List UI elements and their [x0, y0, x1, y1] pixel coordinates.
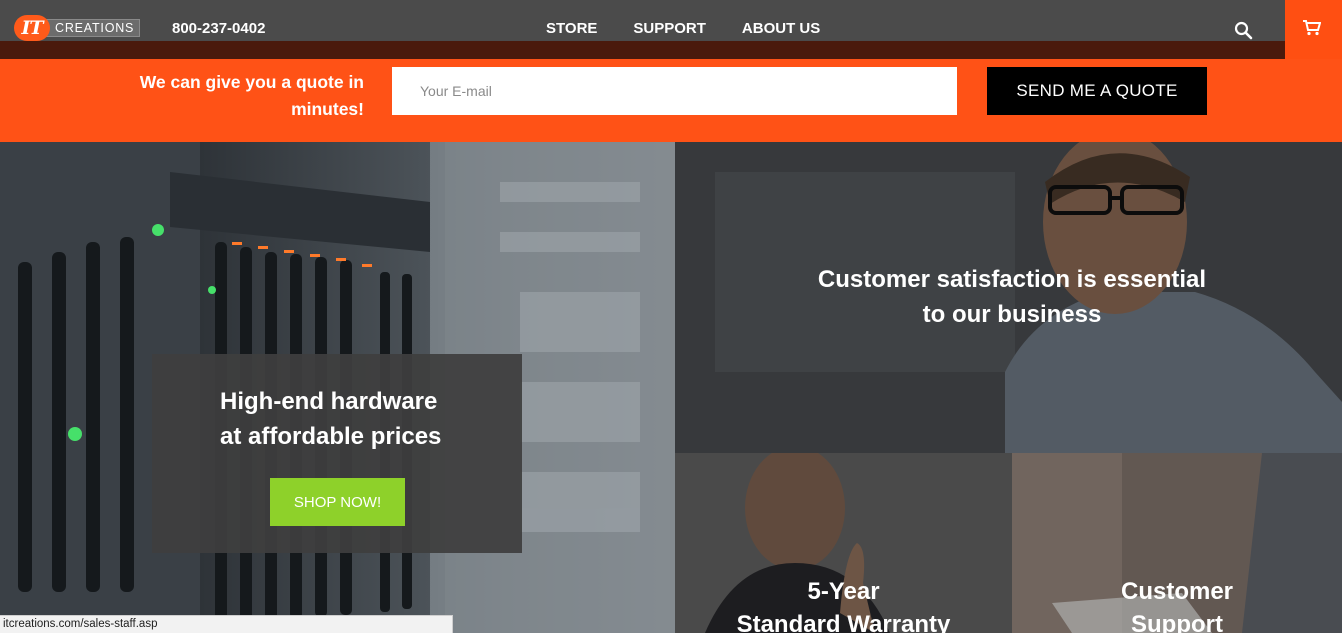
search-icon[interactable] [1234, 21, 1254, 41]
quote-bar: We can give you a quote in minutes! SEND… [0, 59, 1342, 142]
support-line-2: Support [1131, 611, 1223, 633]
nav-support[interactable]: SUPPORT [633, 20, 706, 37]
warranty-line-1: 5-Year [807, 578, 880, 605]
warranty-caption: 5-Year Standard Warranty [675, 575, 1012, 633]
logo-wordmark: CREATIONS [46, 19, 141, 37]
support-line-1: Customer [1120, 578, 1234, 605]
nav-store[interactable]: STORE [546, 20, 597, 37]
site-logo[interactable]: IT CREATIONS [14, 15, 141, 41]
feature-line-1: Customer satisfaction is essential [817, 266, 1207, 293]
phone-number[interactable]: 800-237-0402 [172, 20, 265, 37]
warranty-tile[interactable]: 5-Year Standard Warranty [675, 453, 1012, 633]
customer-support-tile[interactable]: Customer Support [1012, 453, 1342, 633]
quote-line-2: minutes! [291, 99, 364, 119]
quote-line-1: We can give you a quote in [139, 72, 364, 92]
promo-title-line-2: at affordable prices [220, 423, 442, 450]
cart-button[interactable] [1285, 0, 1342, 59]
promo-title: High-end hardware at affordable prices [152, 384, 522, 454]
support-caption: Customer Support [1012, 575, 1342, 633]
cart-icon [1303, 20, 1321, 36]
customer-satisfaction-banner[interactable]: Customer satisfaction is essential to ou… [675, 142, 1342, 453]
promo-title-line-1: High-end hardware [220, 388, 438, 415]
promo-panel: High-end hardware at affordable prices S… [152, 354, 522, 553]
hero-server-image: High-end hardware at affordable prices S… [0, 142, 675, 633]
main-nav: STORE SUPPORT ABOUT US [546, 20, 856, 37]
logo-mark: IT [14, 15, 50, 41]
quote-headline: We can give you a quote in minutes! [96, 69, 364, 123]
nav-about-us[interactable]: ABOUT US [742, 20, 820, 37]
browser-status-url: itcreations.com/sales-staff.asp [0, 615, 453, 633]
feature-line-2: to our business [922, 301, 1102, 328]
warranty-line-2: Standard Warranty [736, 611, 951, 633]
feature-caption: Customer satisfaction is essential to ou… [675, 262, 1342, 332]
nav-divider-strip [0, 41, 1285, 59]
send-quote-button[interactable]: SEND ME A QUOTE [987, 67, 1207, 115]
email-input[interactable] [392, 67, 957, 115]
shop-now-button[interactable]: SHOP NOW! [270, 478, 405, 526]
